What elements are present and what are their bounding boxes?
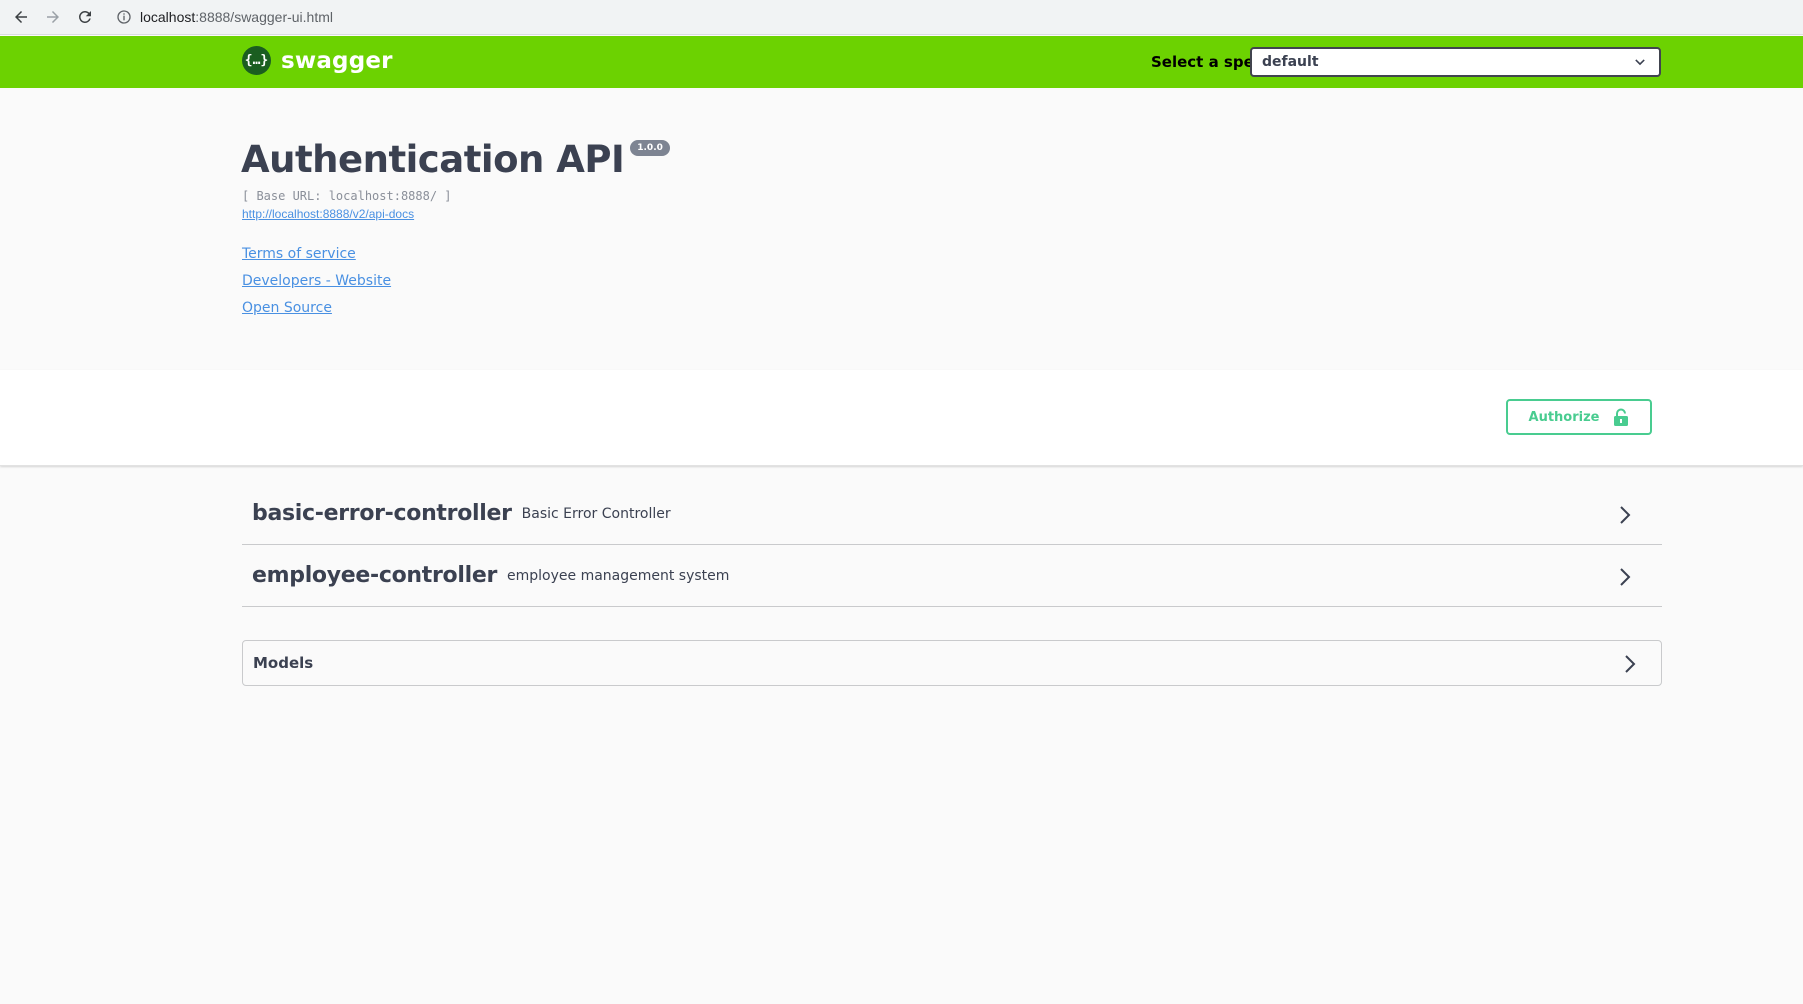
spec-select[interactable]: default	[1250, 47, 1661, 77]
tag-name: employee-controller	[252, 563, 498, 588]
chevron-right-icon	[1620, 568, 1631, 586]
base-url: [ Base URL: localhost:8888/ ]	[242, 189, 452, 203]
url-path: :8888/swagger-ui.html	[195, 9, 334, 25]
tag-section-basic-error-controller[interactable]: basic-error-controller Basic Error Contr…	[242, 483, 1662, 545]
title-row: Authentication API 1.0.0	[241, 138, 670, 181]
swagger-topbar: {…} swagger Select a spec default	[0, 36, 1803, 88]
swagger-logo-icon: {…}	[242, 46, 271, 75]
reload-icon[interactable]	[74, 6, 96, 28]
swagger-logo[interactable]: {…} swagger	[242, 46, 393, 75]
authorize-label: Authorize	[1528, 409, 1600, 425]
authorize-button[interactable]: Authorize	[1506, 399, 1652, 435]
scheme-container: Authorize	[0, 370, 1803, 466]
spec-select-label: Select a spec	[1151, 53, 1263, 71]
spec-select-value: default	[1262, 54, 1319, 70]
version-badge: 1.0.0	[630, 140, 670, 156]
browser-toolbar: localhost:8888/swagger-ui.html	[0, 0, 1803, 35]
chevron-down-icon	[1635, 59, 1645, 66]
api-docs-link[interactable]: http://localhost:8888/v2/api-docs	[242, 207, 414, 221]
tag-name: basic-error-controller	[252, 501, 512, 526]
back-arrow-icon[interactable]	[10, 6, 32, 28]
chevron-right-icon	[1625, 655, 1636, 673]
address-bar[interactable]: localhost:8888/swagger-ui.html	[116, 9, 333, 25]
info-icon	[117, 10, 131, 24]
models-title: Models	[253, 654, 314, 672]
models-section[interactable]: Models	[242, 640, 1662, 686]
developers-website-link[interactable]: Developers - Website	[242, 273, 391, 289]
api-info: Authentication API 1.0.0 [ Base URL: loc…	[0, 88, 1803, 370]
open-source-link[interactable]: Open Source	[242, 300, 332, 316]
tag-description: employee management system	[507, 567, 730, 584]
chevron-right-icon	[1620, 506, 1631, 524]
url-host: localhost	[140, 9, 196, 25]
tag-section-employee-controller[interactable]: employee-controller employee management …	[242, 545, 1662, 607]
swagger-logo-text: swagger	[281, 47, 393, 74]
lock-icon	[1614, 408, 1629, 426]
page-title: Authentication API	[241, 138, 625, 181]
terms-of-service-link[interactable]: Terms of service	[242, 246, 356, 262]
forward-arrow-icon[interactable]	[42, 6, 64, 28]
tag-description: Basic Error Controller	[521, 505, 671, 522]
